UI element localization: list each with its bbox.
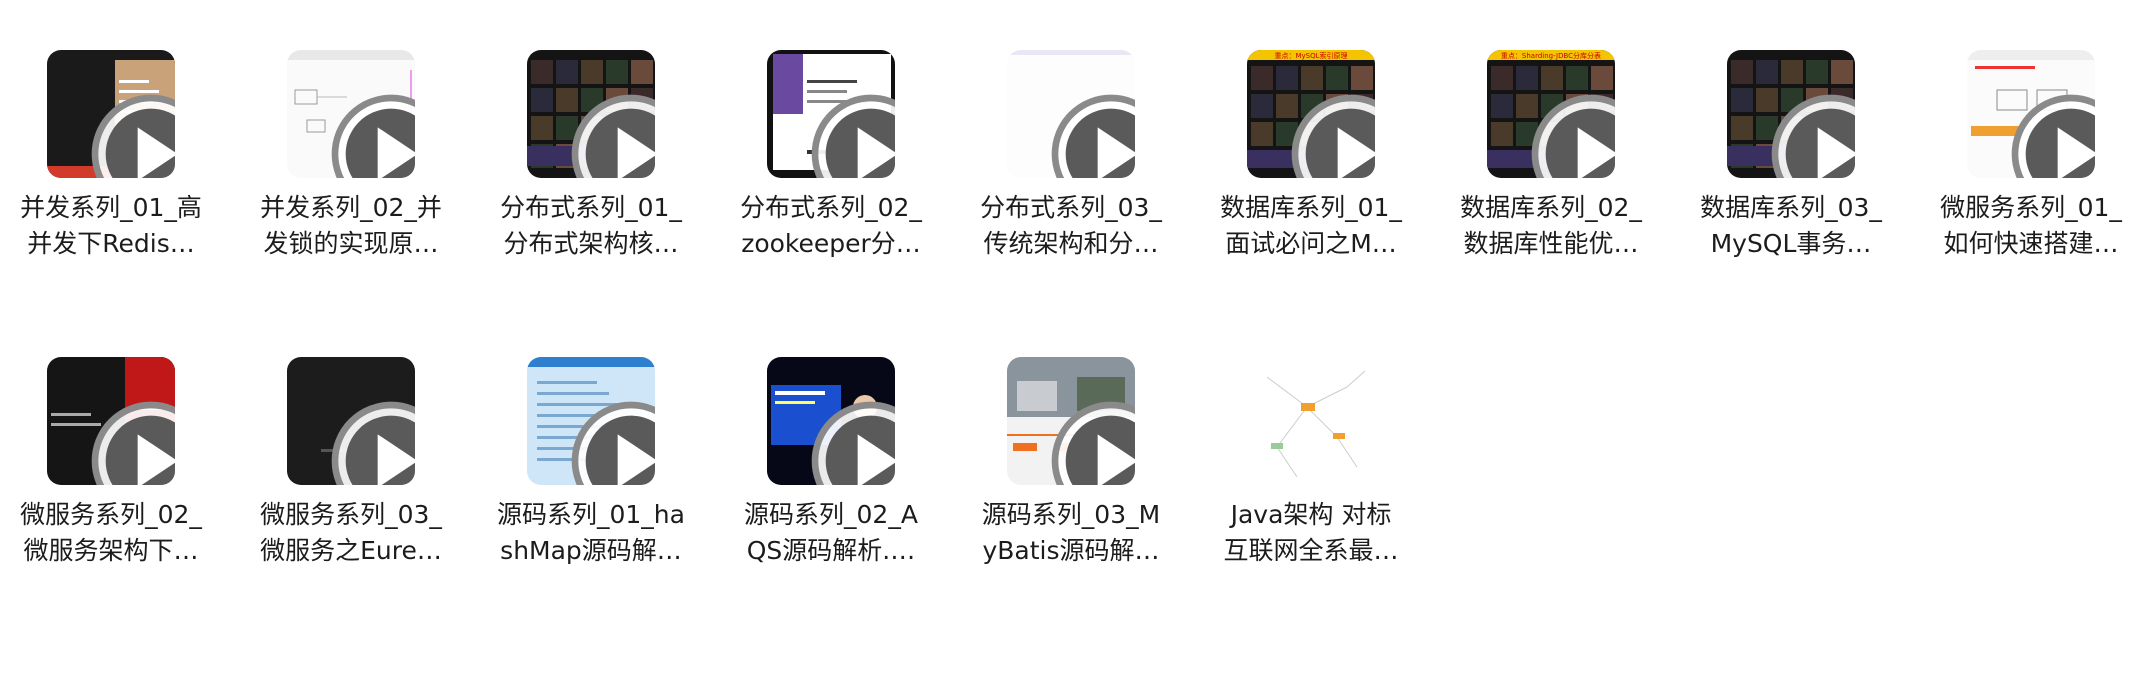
video-title-line2: zookeeper分… bbox=[741, 229, 921, 258]
video-title: 并发系列_02_并 发锁的实现原… bbox=[247, 190, 455, 262]
play-circle-icon[interactable] bbox=[1047, 397, 1135, 485]
video-title-line1: 源码系列_01_ha bbox=[497, 500, 685, 529]
video-title-line2: 数据库性能优… bbox=[1463, 229, 1639, 258]
play-circle-icon[interactable] bbox=[1767, 90, 1855, 178]
video-title-line1: 分布式系列_03_ bbox=[980, 193, 1162, 222]
video-thumbnail[interactable] bbox=[47, 357, 175, 485]
video-title-line1: 数据库系列_03_ bbox=[1700, 193, 1882, 222]
svg-text:重点：Sharding-JDBC分库分表: 重点：Sharding-JDBC分库分表 bbox=[1501, 51, 1601, 60]
video-title-line1: 并发系列_02_并 bbox=[260, 193, 442, 222]
play-circle-icon[interactable] bbox=[327, 397, 415, 485]
video-title-line2: yBatis源码解… bbox=[982, 536, 1160, 565]
video-title: 数据库系列_03_ MySQL事务… bbox=[1687, 190, 1895, 262]
video-item[interactable]: 源码系列_01_ha shMap源码解… bbox=[487, 357, 687, 597]
video-title: 源码系列_02_A QS源码解析.… bbox=[727, 497, 935, 569]
play-circle-icon[interactable] bbox=[567, 397, 655, 485]
video-item[interactable]: 微服务系列_02_ 微服务架构下… bbox=[7, 357, 207, 597]
play-circle-icon[interactable] bbox=[567, 90, 655, 178]
play-circle-icon[interactable] bbox=[807, 397, 895, 485]
video-thumbnail[interactable]: 重点：MySQL索引原理 bbox=[1247, 50, 1375, 178]
video-title-line2: MySQL事务… bbox=[1710, 229, 1872, 258]
video-title-line2: 互联网全系最… bbox=[1223, 536, 1399, 565]
video-title-line2: 并发下Redis… bbox=[27, 229, 195, 258]
video-title-line2: 传统架构和分… bbox=[983, 229, 1159, 258]
video-grid: 并发系列_01_高 并发下Redis… 并发系列_02_并 发锁的实现原… 分布式系列_… bbox=[0, 0, 2132, 686]
video-item[interactable]: 微服务系列_03_ 微服务之Eure… bbox=[247, 357, 447, 597]
video-title-line1: 并发系列_01_高 bbox=[20, 193, 202, 222]
video-title-line2: QS源码解析.… bbox=[746, 536, 916, 565]
video-title: 数据库系列_01_ 面试必问之M… bbox=[1207, 190, 1415, 262]
video-item[interactable]: 并发系列_01_高 并发下Redis… bbox=[7, 50, 207, 290]
video-thumbnail[interactable] bbox=[527, 50, 655, 178]
video-item[interactable]: 并发系列_02_并 发锁的实现原… bbox=[247, 50, 447, 290]
video-thumbnail[interactable]: 重点：Sharding-JDBC分库分表 bbox=[1487, 50, 1615, 178]
video-item[interactable]: 源码系列_02_A QS源码解析.… bbox=[727, 357, 927, 597]
video-title: 分布式系列_03_ 传统架构和分… bbox=[967, 190, 1175, 262]
video-item[interactable]: 分布式系列_01_ 分布式架构核… bbox=[487, 50, 687, 290]
video-item[interactable]: 数据库系列_03_ MySQL事务… bbox=[1687, 50, 1887, 290]
video-thumbnail[interactable] bbox=[767, 357, 895, 485]
video-title-line1: 分布式系列_02_ bbox=[740, 193, 922, 222]
video-title: Java架构 对标 互联网全系最… bbox=[1207, 497, 1415, 569]
video-title-line1: Java架构 对标 bbox=[1230, 500, 1392, 529]
video-thumbnail[interactable] bbox=[1247, 357, 1375, 485]
video-item[interactable]: Java架构 对标 互联网全系最… bbox=[1207, 357, 1407, 597]
video-item[interactable]: 分布式系列_03_ 传统架构和分… bbox=[967, 50, 1167, 290]
video-thumbnail[interactable] bbox=[287, 357, 415, 485]
play-circle-icon[interactable] bbox=[87, 397, 175, 485]
video-thumbnail[interactable] bbox=[1007, 357, 1135, 485]
play-circle-icon[interactable] bbox=[807, 90, 895, 178]
video-title-line2: 分布式架构核… bbox=[503, 229, 679, 258]
svg-text:重点：MySQL索引原理: 重点：MySQL索引原理 bbox=[1274, 51, 1347, 60]
video-title-line2: 如何快速搭建… bbox=[1943, 229, 2119, 258]
video-title: 源码系列_03_M yBatis源码解… bbox=[967, 497, 1175, 569]
video-thumbnail[interactable] bbox=[1967, 50, 2095, 178]
video-title-line1: 微服务系列_01_ bbox=[1940, 193, 2122, 222]
video-title-line2: 微服务之Eure… bbox=[260, 536, 442, 565]
video-title: 微服务系列_01_ 如何快速搭建… bbox=[1927, 190, 2132, 262]
video-thumbnail[interactable] bbox=[1727, 50, 1855, 178]
video-title: 数据库系列_02_ 数据库性能优… bbox=[1447, 190, 1655, 262]
video-item[interactable]: 重点：MySQL索引原理数据库系列_01_ 面试必问之M… bbox=[1207, 50, 1407, 290]
video-title-line1: 源码系列_03_M bbox=[981, 500, 1161, 529]
play-circle-icon[interactable] bbox=[1287, 90, 1375, 178]
video-title-line1: 源码系列_02_A bbox=[744, 500, 918, 529]
video-item[interactable]: 分布式系列_02_ zookeeper分… bbox=[727, 50, 927, 290]
video-title-line2: shMap源码解… bbox=[500, 536, 682, 565]
video-thumbnail[interactable] bbox=[287, 50, 415, 178]
play-circle-icon[interactable] bbox=[2007, 90, 2095, 178]
video-title: 源码系列_01_ha shMap源码解… bbox=[487, 497, 695, 569]
video-thumbnail[interactable] bbox=[527, 357, 655, 485]
video-thumbnail[interactable] bbox=[1007, 50, 1135, 178]
video-title: 微服务系列_03_ 微服务之Eure… bbox=[247, 497, 455, 569]
video-title: 分布式系列_01_ 分布式架构核… bbox=[487, 190, 695, 262]
video-item[interactable]: 微服务系列_01_ 如何快速搭建… bbox=[1927, 50, 2127, 290]
video-title: 分布式系列_02_ zookeeper分… bbox=[727, 190, 935, 262]
video-thumbnail[interactable] bbox=[767, 50, 895, 178]
video-title: 并发系列_01_高 并发下Redis… bbox=[7, 190, 215, 262]
video-title-line2: 面试必问之M… bbox=[1225, 229, 1397, 258]
play-circle-icon[interactable] bbox=[1047, 90, 1135, 178]
play-circle-icon[interactable] bbox=[1527, 90, 1615, 178]
video-title: 微服务系列_02_ 微服务架构下… bbox=[7, 497, 215, 569]
video-title-line2: 发锁的实现原… bbox=[263, 229, 439, 258]
video-title-line2: 微服务架构下… bbox=[23, 536, 199, 565]
video-title-line1: 数据库系列_01_ bbox=[1220, 193, 1402, 222]
video-title-line1: 数据库系列_02_ bbox=[1460, 193, 1642, 222]
video-title-line1: 微服务系列_03_ bbox=[260, 500, 442, 529]
play-circle-icon[interactable] bbox=[87, 90, 175, 178]
video-title-line1: 分布式系列_01_ bbox=[500, 193, 682, 222]
video-title-line1: 微服务系列_02_ bbox=[20, 500, 202, 529]
video-thumbnail[interactable] bbox=[47, 50, 175, 178]
video-item[interactable]: 重点：Sharding-JDBC分库分表数据库系列_02_ 数据库性能优… bbox=[1447, 50, 1647, 290]
video-item[interactable]: 源码系列_03_M yBatis源码解… bbox=[967, 357, 1167, 597]
play-circle-icon[interactable] bbox=[327, 90, 415, 178]
